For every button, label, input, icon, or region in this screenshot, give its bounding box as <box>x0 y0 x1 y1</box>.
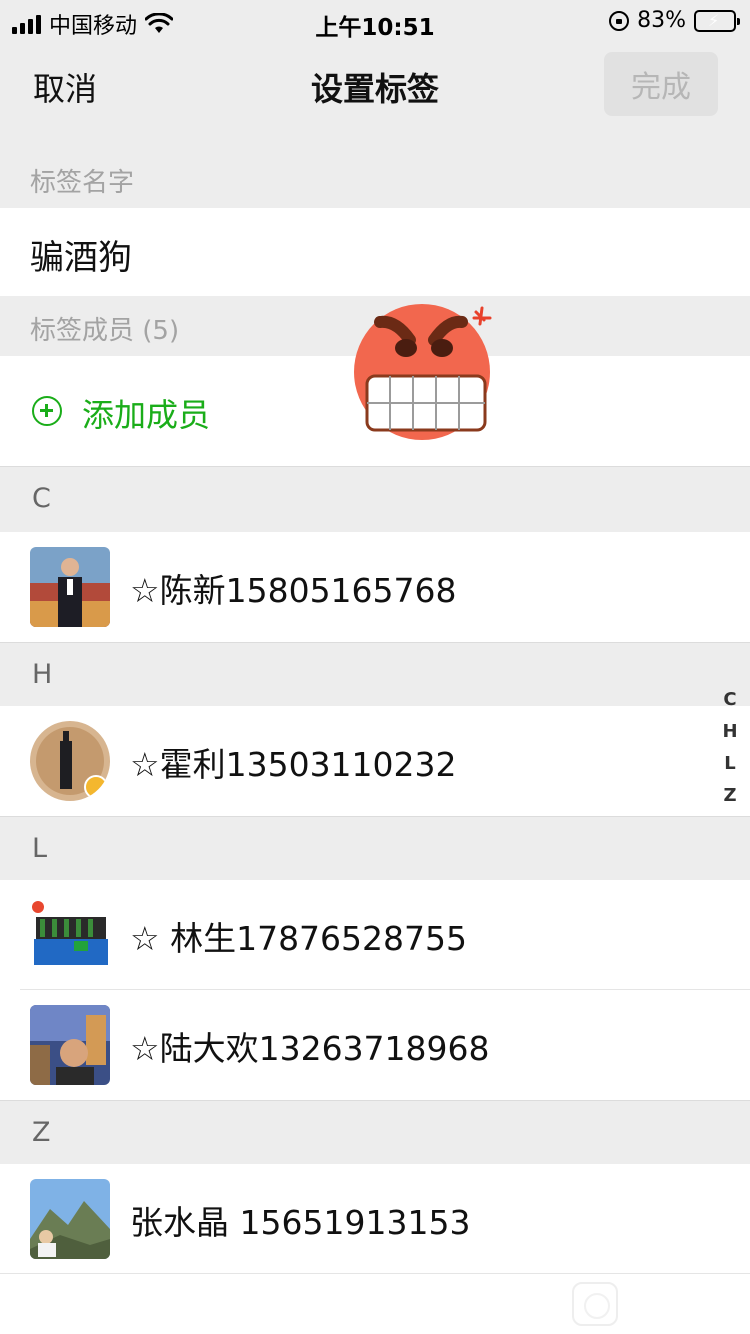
battery-percent: 83% <box>637 8 686 33</box>
status-bar: 中国移动 上午10:51 83% ⚡ <box>0 0 750 41</box>
contact-name: ☆陆大欢13263718968 <box>130 1029 490 1068</box>
avatar <box>30 1179 110 1259</box>
members-section-label: 标签成员 (5) <box>30 316 180 346</box>
angry-emoji-sticker <box>354 304 492 440</box>
bolt-icon: ⚡ <box>708 10 720 30</box>
index-letter[interactable]: Z <box>723 784 736 808</box>
contact-row[interactable]: ☆陆大欢13263718968 <box>0 990 750 1100</box>
watermark-icon <box>572 1282 618 1326</box>
index-letter[interactable]: H <box>722 720 737 744</box>
contact-name: ☆霍利13503110232 <box>130 745 457 784</box>
done-button[interactable]: 完成 <box>604 52 718 116</box>
group-letter: L <box>32 833 48 864</box>
group-header-l: L <box>0 816 750 882</box>
group-letter: C <box>32 483 51 514</box>
tag-name-value: 骗酒狗 <box>30 238 132 278</box>
index-letter[interactable]: L <box>724 752 735 776</box>
group-header-c: C <box>0 466 750 532</box>
add-member-label: 添加成员 <box>82 396 211 434</box>
tag-name-field[interactable]: 骗酒狗 <box>0 208 750 296</box>
rotation-lock-icon <box>609 10 630 31</box>
contact-row[interactable]: ☆陈新15805165768 <box>0 532 750 642</box>
contact-name: ☆ 林生17876528755 <box>130 919 468 958</box>
contact-row[interactable]: ☆ 林生17876528755 <box>0 880 750 990</box>
avatar <box>30 721 110 801</box>
contact-row[interactable]: ☆霍利13503110232 <box>0 706 750 816</box>
battery-charging-icon: ⚡ <box>694 9 740 32</box>
contact-row[interactable]: 张水晶 15651913153 <box>0 1164 750 1274</box>
tag-name-section-label: 标签名字 <box>30 168 135 198</box>
add-circle-icon <box>32 396 62 426</box>
alphabet-index[interactable]: C H L Z <box>722 688 738 808</box>
group-header-h: H <box>0 642 750 708</box>
group-letter: Z <box>32 1117 51 1148</box>
avatar <box>30 547 110 627</box>
contact-name: 张水晶 15651913153 <box>130 1203 471 1242</box>
group-letter: H <box>32 659 53 690</box>
status-right: 83% ⚡ <box>609 8 740 33</box>
contact-name: ☆陈新15805165768 <box>130 571 457 610</box>
avatar <box>30 1005 110 1085</box>
avatar <box>30 895 110 975</box>
index-letter[interactable]: C <box>723 688 736 712</box>
group-header-z: Z <box>0 1100 750 1166</box>
